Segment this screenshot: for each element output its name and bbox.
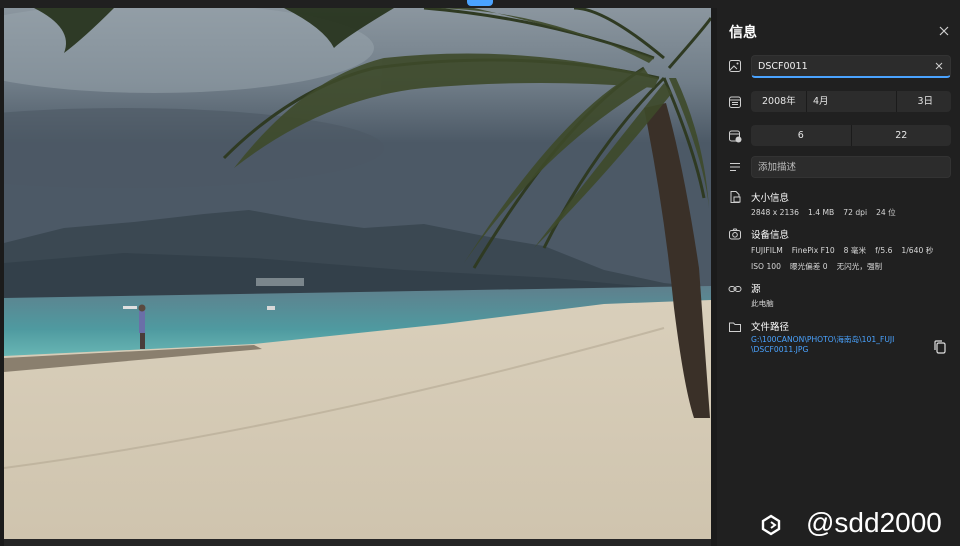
title-input[interactable] xyxy=(758,59,928,74)
description-input[interactable] xyxy=(758,160,943,175)
date-year[interactable]: 2008年 xyxy=(751,91,807,112)
camera-model: FinePix F10 xyxy=(791,246,835,255)
photo-viewer[interactable] xyxy=(4,8,711,539)
info-panel: 信息 2008年 4月 3日 6 22 大小信息 2848 x 21 xyxy=(717,8,960,546)
description-field[interactable] xyxy=(751,156,951,178)
title-field[interactable] xyxy=(751,55,951,78)
source-value: 此电脑 xyxy=(751,299,774,308)
link-icon xyxy=(728,282,742,296)
camera-make: FUJIFILM xyxy=(751,246,783,255)
image-icon xyxy=(728,59,742,73)
text-lines-icon xyxy=(728,160,742,174)
file-size-icon xyxy=(728,190,742,204)
clear-icon[interactable] xyxy=(934,61,944,71)
panel-title: 信息 xyxy=(729,25,757,41)
file-size: 1.4 MB xyxy=(807,208,835,217)
watermark-logo-icon xyxy=(761,514,781,536)
calendar-clock-icon xyxy=(728,129,742,143)
close-icon xyxy=(939,26,949,36)
bit-depth: 24 位 xyxy=(876,208,896,217)
file-path-heading: 文件路径 xyxy=(751,322,790,333)
device-info-line1: FUJIFILM FinePix F10 8 毫米 f/5.6 1/640 秒 xyxy=(751,245,942,256)
aperture: f/5.6 xyxy=(875,246,893,255)
exposure-bias: 曝光偏差 0 xyxy=(789,262,828,271)
device-info-heading: 设备信息 xyxy=(751,230,790,241)
image-dimensions: 2848 x 2136 xyxy=(751,208,799,217)
top-drag-handle[interactable] xyxy=(467,0,493,6)
camera-icon xyxy=(728,227,742,241)
time-hour[interactable]: 6 xyxy=(751,125,852,146)
photo-image xyxy=(4,8,711,539)
focal-length: 8 毫米 xyxy=(843,246,867,255)
iso: ISO 100 xyxy=(751,262,781,271)
time-picker[interactable]: 6 22 xyxy=(751,125,951,146)
close-button[interactable] xyxy=(935,22,953,40)
device-info-line2: ISO 100 曝光偏差 0 无闪光，强制 xyxy=(751,261,891,272)
folder-icon xyxy=(728,320,742,334)
date-month[interactable]: 4月 xyxy=(807,91,897,112)
source-heading: 源 xyxy=(751,284,761,295)
time-minute[interactable]: 22 xyxy=(852,125,952,146)
date-day[interactable]: 3日 xyxy=(897,91,951,112)
date-picker[interactable]: 2008年 4月 3日 xyxy=(751,91,951,112)
shutter-speed: 1/640 秒 xyxy=(901,246,934,255)
file-path-link-line2[interactable]: \DSCF0011.JPG xyxy=(751,345,808,354)
file-path-link-line1[interactable]: G:\100CANON\PHOTO\海南岛\101_FUJI xyxy=(751,334,894,345)
flash: 无闪光，强制 xyxy=(836,262,883,271)
resolution: 72 dpi xyxy=(843,208,868,217)
copy-icon[interactable] xyxy=(933,339,947,355)
size-info-values: 2848 x 2136 1.4 MB 72 dpi 24 位 xyxy=(751,207,905,218)
photo-scrollbar[interactable] xyxy=(4,539,711,546)
size-info-heading: 大小信息 xyxy=(751,193,790,204)
calendar-icon xyxy=(728,95,742,109)
watermark-text: @sdd2000 xyxy=(806,507,942,538)
